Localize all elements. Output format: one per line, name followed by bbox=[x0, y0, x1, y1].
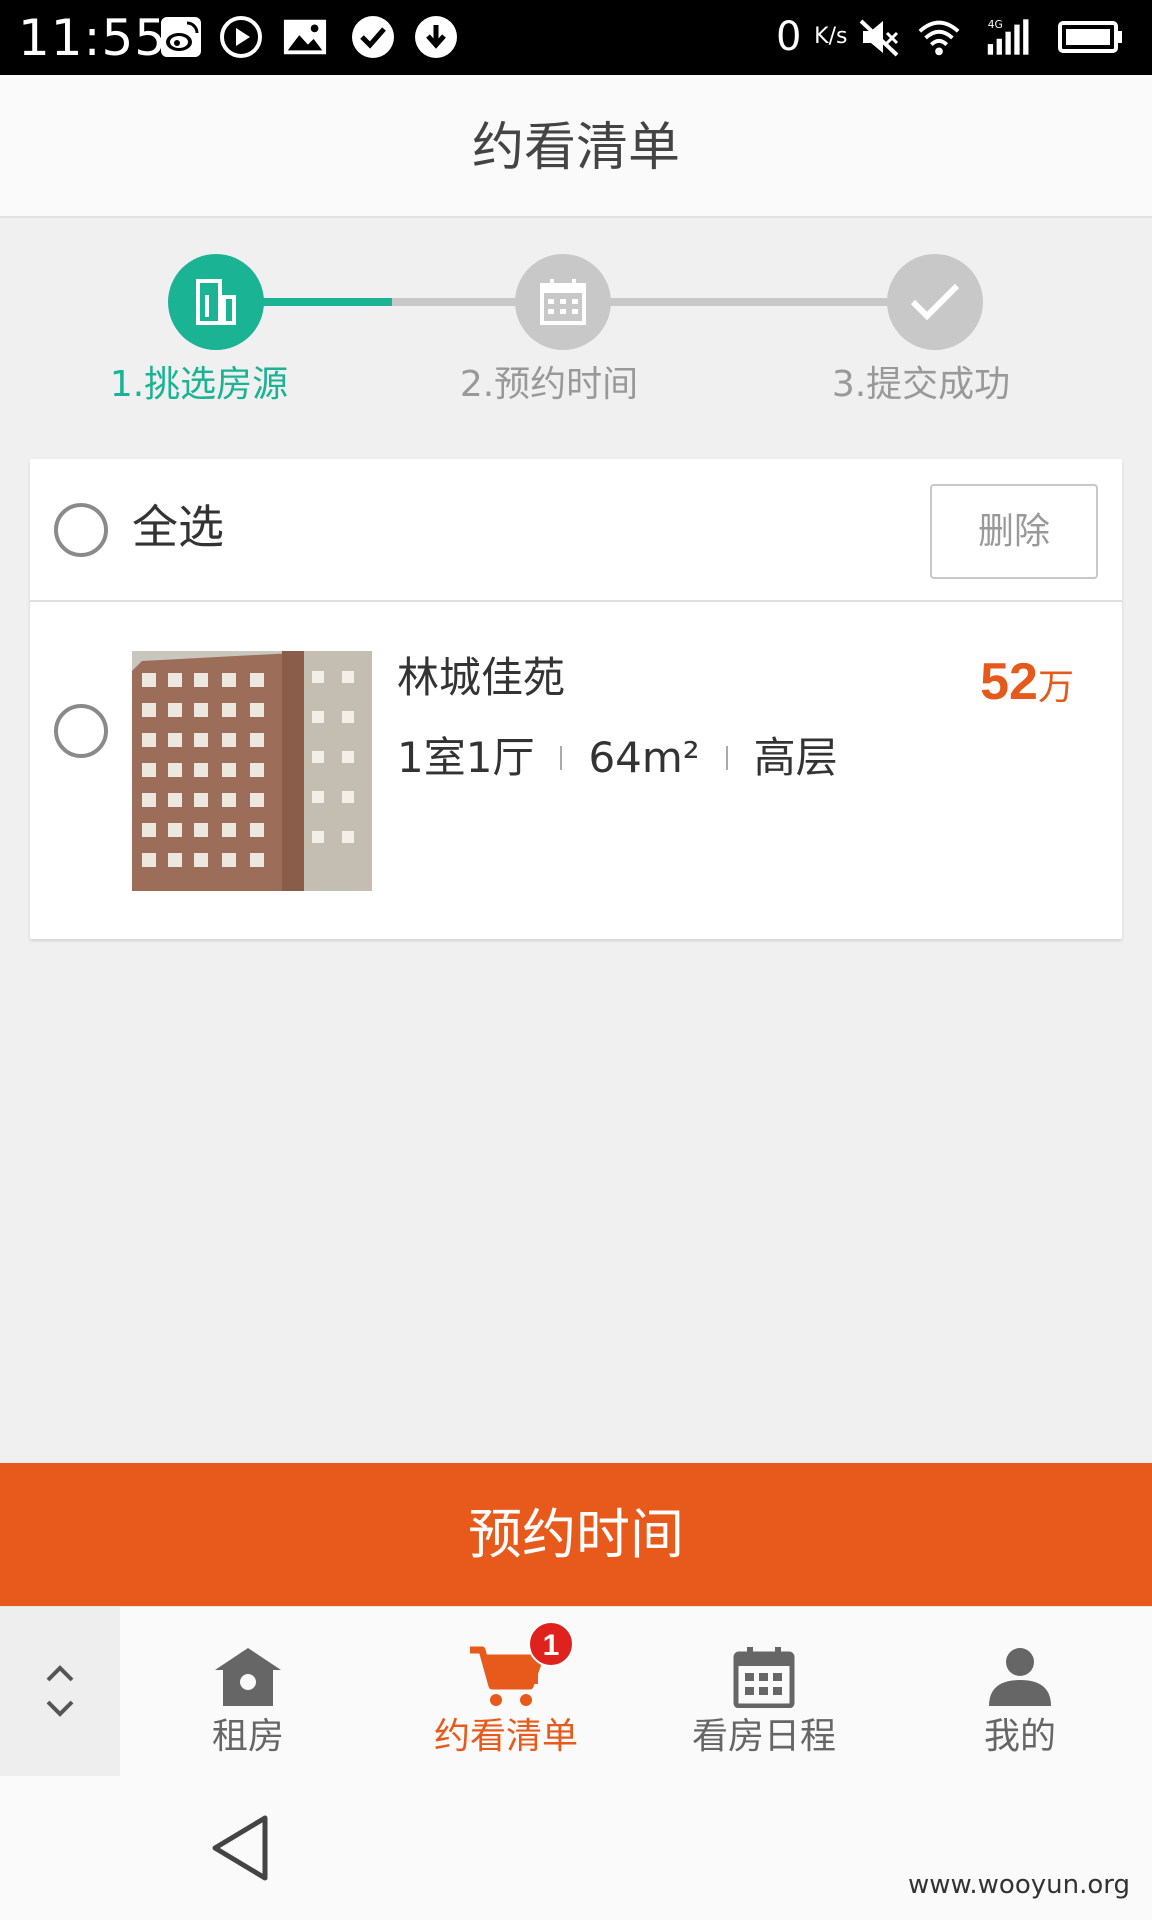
chevron-up-down-icon bbox=[46, 1665, 74, 1717]
building-icon bbox=[196, 279, 236, 325]
select-all-radio[interactable] bbox=[54, 503, 108, 557]
signal-4g-icon: 4G bbox=[986, 14, 1032, 60]
back-button[interactable] bbox=[205, 1812, 277, 1884]
step-3-label: 3.提交成功 bbox=[831, 364, 1011, 405]
tab-rent-label: 租房 bbox=[211, 1716, 284, 1757]
meta-separator bbox=[560, 746, 563, 770]
user-icon bbox=[980, 1641, 1060, 1713]
house-layout: 1室1厅 bbox=[397, 733, 535, 782]
expand-collapse-toggle[interactable] bbox=[0, 1607, 120, 1777]
battery-icon bbox=[1058, 14, 1124, 60]
calendar-icon bbox=[540, 279, 586, 325]
home-icon bbox=[208, 1641, 288, 1713]
step-1-label: 1.挑选房源 bbox=[109, 364, 289, 405]
tab-rent[interactable]: 租房 bbox=[148, 1607, 348, 1777]
tab-mine[interactable]: 我的 bbox=[920, 1607, 1120, 1777]
status-bar: 11:55 0 K/s 4G bbox=[0, 0, 1152, 75]
meta-separator bbox=[725, 746, 728, 770]
price-value: 52 bbox=[980, 653, 1038, 711]
item-select-radio[interactable] bbox=[54, 704, 108, 758]
tab-viewing-schedule[interactable]: 看房日程 bbox=[664, 1607, 864, 1777]
list-item[interactable]: 林城佳苑 1室1厅 64m² 高层 52万 bbox=[30, 602, 1122, 939]
app-header: 约看清单 bbox=[0, 75, 1152, 218]
delete-button[interactable]: 删除 bbox=[930, 484, 1098, 579]
step-track-line bbox=[392, 298, 936, 306]
step-2-label: 2.预约时间 bbox=[459, 364, 639, 405]
step-3-circle bbox=[887, 254, 983, 350]
house-meta: 1室1厅 64m² 高层 bbox=[397, 730, 838, 786]
status-time: 11:55 bbox=[18, 9, 168, 67]
cart-badge: 1 bbox=[528, 1621, 574, 1667]
play-icon bbox=[218, 14, 264, 60]
price-unit: 万 bbox=[1037, 667, 1074, 708]
tab-viewing-list-label: 约看清单 bbox=[433, 1716, 578, 1757]
schedule-time-button[interactable]: 预约时间 bbox=[0, 1463, 1152, 1606]
svg-text:4G: 4G bbox=[988, 18, 1003, 31]
watermark: www.wooyun.org bbox=[907, 1870, 1130, 1900]
system-navigation-bar: www.wooyun.org bbox=[0, 1776, 1152, 1920]
select-all-label[interactable]: 全选 bbox=[132, 495, 224, 559]
download-icon bbox=[413, 14, 459, 60]
tab-viewing-schedule-label: 看房日程 bbox=[691, 1716, 836, 1757]
net-speed: 0 K/s bbox=[776, 14, 848, 60]
check-icon bbox=[910, 283, 960, 321]
step-1-circle bbox=[168, 254, 264, 350]
house-price: 52万 bbox=[980, 652, 1074, 712]
image-icon bbox=[282, 14, 328, 60]
back-triangle-icon bbox=[212, 1815, 268, 1881]
tab-mine-label: 我的 bbox=[983, 1716, 1056, 1757]
house-area: 64m² bbox=[588, 733, 700, 782]
weibo-icon bbox=[158, 14, 204, 60]
bottom-tab-bar: 租房 1 约看清单 看房日程 我的 bbox=[0, 1606, 1152, 1777]
house-photo[interactable] bbox=[132, 651, 372, 891]
mute-icon bbox=[856, 14, 902, 60]
page-title: 约看清单 bbox=[471, 118, 680, 178]
tab-viewing-list[interactable]: 1 约看清单 bbox=[406, 1607, 606, 1777]
house-floor: 高层 bbox=[753, 733, 838, 782]
wifi-icon bbox=[916, 14, 962, 60]
check-circle-icon bbox=[350, 14, 396, 60]
house-name: 林城佳苑 bbox=[397, 653, 566, 702]
calendar-icon bbox=[724, 1641, 804, 1713]
step-2-circle bbox=[515, 254, 611, 350]
appointment-list-card: 全选 删除 林城佳苑 1室1厅 64m² 高层 52万 bbox=[30, 459, 1122, 939]
